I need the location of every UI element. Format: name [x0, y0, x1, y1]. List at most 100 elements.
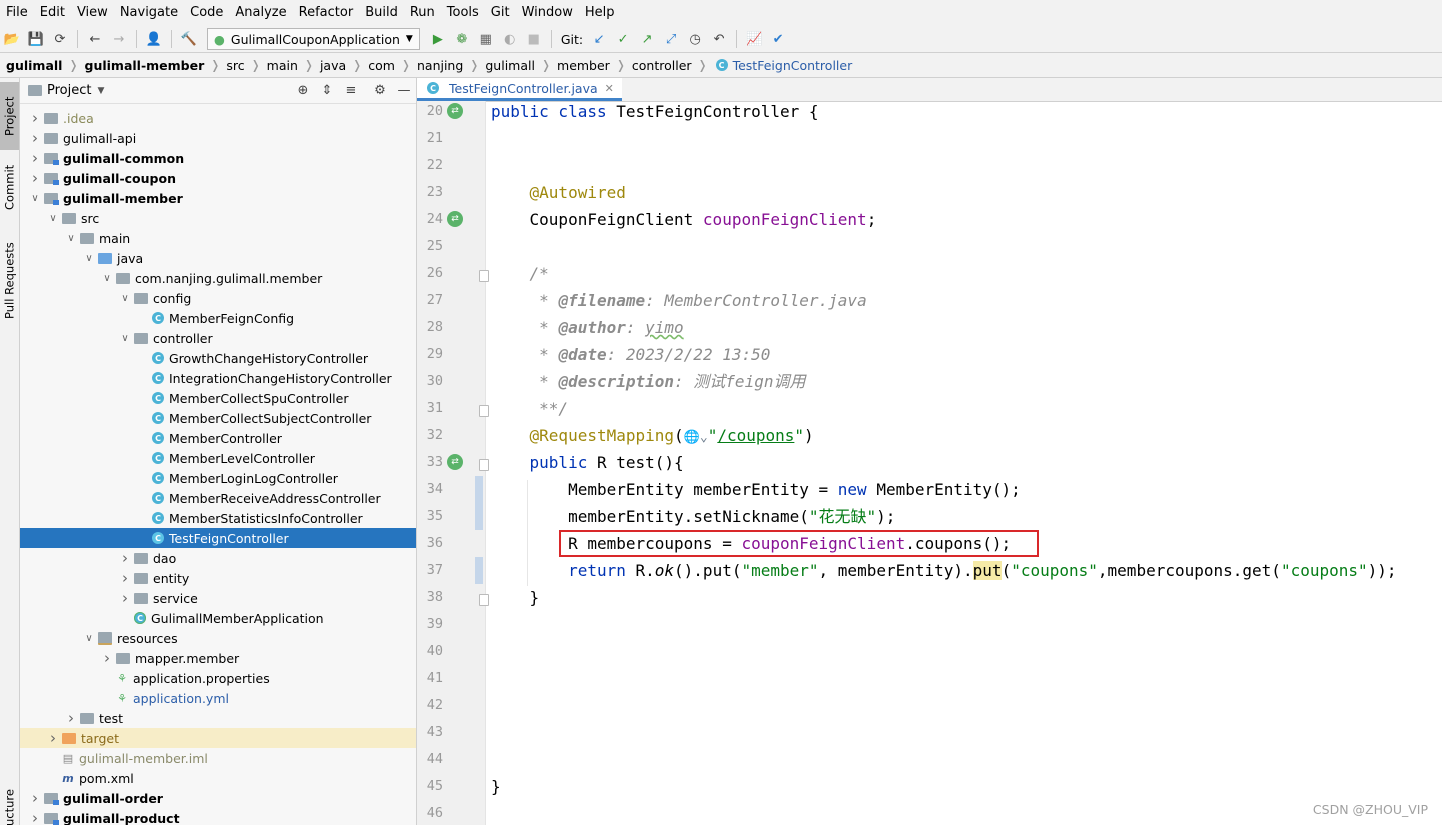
- git-push-icon[interactable]: ↗: [638, 30, 656, 48]
- spring-bean-icon[interactable]: ⇄: [447, 454, 463, 470]
- tab-pull-requests[interactable]: Pull Requests: [0, 234, 19, 328]
- menu-file[interactable]: File: [0, 0, 34, 26]
- tree-item[interactable]: › dao: [20, 548, 416, 568]
- tree-item[interactable]: C GrowthChangeHistoryController: [20, 348, 416, 368]
- tree-item[interactable]: C MemberFeignConfig: [20, 308, 416, 328]
- chevron-right-icon[interactable]: ›: [28, 129, 42, 147]
- tree-item[interactable]: ⚘ application.properties: [20, 668, 416, 688]
- tree-item[interactable]: ⚘ application.yml: [20, 688, 416, 708]
- tree-item[interactable]: ∨ config: [20, 288, 416, 308]
- breadcrumb-item[interactable]: main ❭: [261, 58, 314, 73]
- breadcrumb-item[interactable]: gulimall ❭: [479, 58, 551, 73]
- open-folder-icon[interactable]: 📂: [3, 30, 21, 48]
- tree-item[interactable]: m pom.xml: [20, 768, 416, 788]
- close-icon[interactable]: ✕: [605, 82, 614, 95]
- breadcrumb-item[interactable]: nanjing ❭: [411, 58, 479, 73]
- chevron-down-icon[interactable]: ∨: [118, 293, 132, 304]
- tree-item[interactable]: › entity: [20, 568, 416, 588]
- menu-analyze[interactable]: Analyze: [229, 0, 292, 26]
- tree-item[interactable]: C MemberReceiveAddressController: [20, 488, 416, 508]
- tree-item[interactable]: C TestFeignController: [20, 528, 416, 548]
- tab-structure[interactable]: ucture: [0, 790, 19, 827]
- tree-item[interactable]: › test: [20, 708, 416, 728]
- check-circle-icon[interactable]: ✔: [769, 30, 787, 48]
- chevron-right-icon[interactable]: ›: [64, 709, 78, 727]
- tree-item[interactable]: ▤ gulimall-member.iml: [20, 748, 416, 768]
- tree-item[interactable]: › .idea: [20, 108, 416, 128]
- history-icon[interactable]: ◷: [686, 30, 704, 48]
- forward-arrow-icon[interactable]: →: [110, 30, 128, 48]
- tree-item[interactable]: ∨ gulimall-member: [20, 188, 416, 208]
- tree-item[interactable]: › gulimall-common: [20, 148, 416, 168]
- project-panel-title[interactable]: Project: [47, 83, 91, 98]
- minimize-icon[interactable]: —: [395, 82, 413, 100]
- git-commit-icon[interactable]: ✓: [614, 30, 632, 48]
- chevron-right-icon[interactable]: ›: [28, 169, 42, 187]
- build-hammer-icon[interactable]: 🔨: [180, 30, 198, 48]
- tree-item[interactable]: ∨ controller: [20, 328, 416, 348]
- menu-git[interactable]: Git: [485, 0, 516, 26]
- tree-item[interactable]: › service: [20, 588, 416, 608]
- breadcrumb-item[interactable]: src ❭: [220, 58, 260, 73]
- tree-item[interactable]: › gulimall-order: [20, 788, 416, 808]
- tree-item[interactable]: C MemberCollectSubjectController: [20, 408, 416, 428]
- tab-project[interactable]: Project: [0, 82, 19, 150]
- coverage-icon[interactable]: ▦: [477, 30, 495, 48]
- breadcrumb-item[interactable]: C TestFeignController: [708, 58, 852, 73]
- sync-icon[interactable]: ⟳: [51, 30, 69, 48]
- tree-item[interactable]: ∨ src: [20, 208, 416, 228]
- collapse-all-icon[interactable]: ≡: [342, 82, 360, 100]
- chevron-down-icon[interactable]: ∨: [82, 253, 96, 264]
- spring-bean-icon[interactable]: ⇄: [447, 211, 463, 227]
- menu-view[interactable]: View: [71, 0, 114, 26]
- profile-icon[interactable]: ◐: [501, 30, 519, 48]
- tab-commit[interactable]: Commit: [0, 156, 19, 218]
- tree-item[interactable]: C MemberLoginLogController: [20, 468, 416, 488]
- debug-icon[interactable]: ❁: [453, 30, 471, 48]
- git-update-icon[interactable]: ↙: [590, 30, 608, 48]
- chevron-right-icon[interactable]: ›: [118, 549, 132, 567]
- chevron-right-icon[interactable]: ›: [28, 809, 42, 825]
- tree-item[interactable]: ∨ java: [20, 248, 416, 268]
- menu-refactor[interactable]: Refactor: [293, 0, 360, 26]
- menu-edit[interactable]: Edit: [34, 0, 71, 26]
- user-icon[interactable]: 👤: [145, 30, 163, 48]
- tree-item[interactable]: › target: [20, 728, 416, 748]
- run-configuration-select[interactable]: ● GulimallCouponApplication ▼: [207, 28, 420, 50]
- tree-item[interactable]: C MemberStatisticsInfoController: [20, 508, 416, 528]
- spring-bean-icon[interactable]: ⇄: [447, 103, 463, 119]
- tree-item[interactable]: C MemberCollectSpuController: [20, 388, 416, 408]
- breadcrumb-item[interactable]: member ❭: [551, 58, 626, 73]
- chevron-down-icon[interactable]: ∨: [100, 273, 114, 284]
- breadcrumb-item[interactable]: controller ❭: [626, 58, 708, 73]
- chevron-down-icon[interactable]: ∨: [118, 333, 132, 344]
- globe-icon[interactable]: 🌐⌄: [684, 430, 708, 445]
- code-editor[interactable]: public class TestFeignController { @Auto…: [487, 98, 1442, 825]
- chevron-right-icon[interactable]: ›: [28, 149, 42, 167]
- rollback-icon[interactable]: ↶: [710, 30, 728, 48]
- tree-item[interactable]: ∨ resources: [20, 628, 416, 648]
- menu-window[interactable]: Window: [516, 0, 579, 26]
- tree-item[interactable]: C GulimallMemberApplication: [20, 608, 416, 628]
- menu-code[interactable]: Code: [184, 0, 229, 26]
- git-merge-icon[interactable]: ⤢: [662, 30, 680, 48]
- chevron-right-icon[interactable]: ›: [118, 569, 132, 587]
- tree-item[interactable]: › gulimall-coupon: [20, 168, 416, 188]
- expand-all-icon[interactable]: ⇕: [318, 82, 336, 100]
- tree-item[interactable]: C MemberLevelController: [20, 448, 416, 468]
- menu-tools[interactable]: Tools: [441, 0, 485, 26]
- breadcrumb-item[interactable]: java ❭: [314, 58, 362, 73]
- chevron-right-icon[interactable]: ›: [46, 729, 60, 747]
- chevron-down-icon[interactable]: ▼: [97, 86, 104, 96]
- chevron-right-icon[interactable]: ›: [118, 589, 132, 607]
- breadcrumb-item[interactable]: gulimall ❭: [0, 58, 79, 73]
- breadcrumb-item[interactable]: gulimall-member ❭: [79, 58, 221, 73]
- gear-icon[interactable]: ⚙: [371, 82, 389, 100]
- menu-run[interactable]: Run: [404, 0, 441, 26]
- run-icon[interactable]: ▶: [429, 30, 447, 48]
- chevron-right-icon[interactable]: ›: [28, 109, 42, 127]
- menu-navigate[interactable]: Navigate: [114, 0, 184, 26]
- tree-item[interactable]: ∨ com.nanjing.gulimall.member: [20, 268, 416, 288]
- monitor-icon[interactable]: 📈: [745, 30, 763, 48]
- chevron-down-icon[interactable]: ∨: [28, 193, 42, 204]
